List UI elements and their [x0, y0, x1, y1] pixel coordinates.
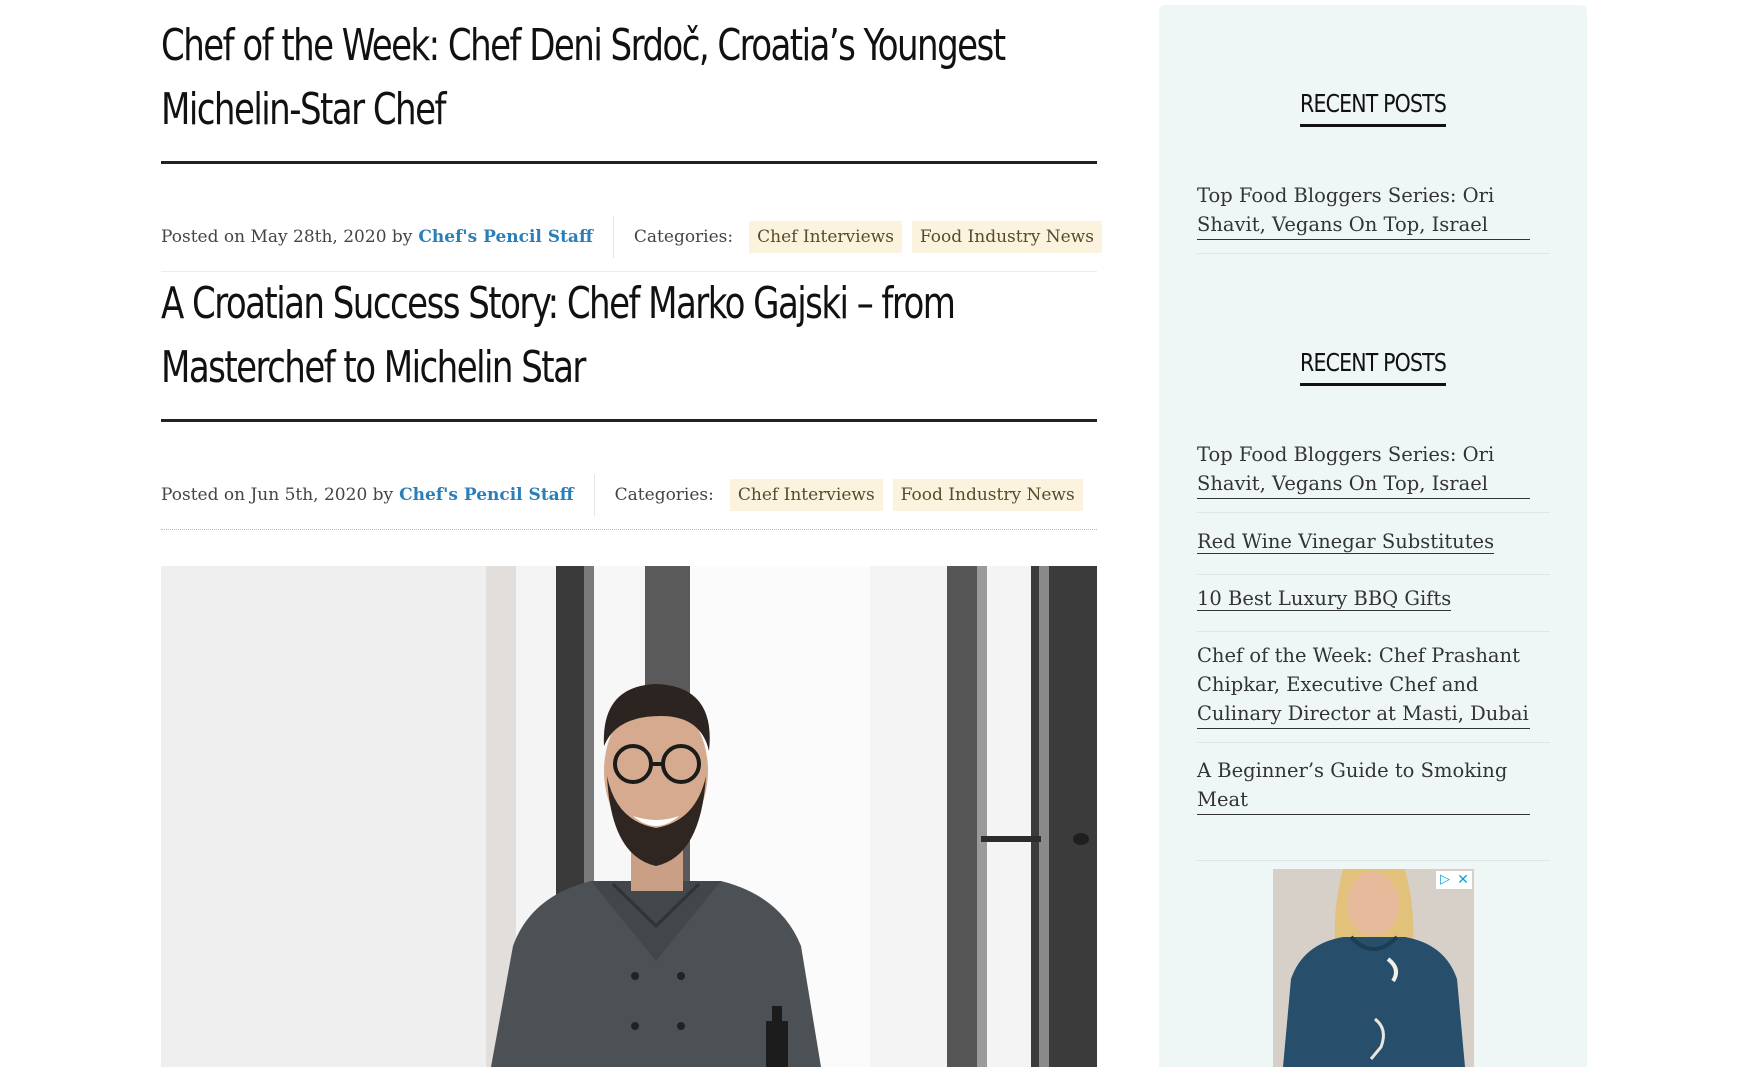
post-title[interactable]: Chef of the Week: Chef Deni Srdoč, Croat… [161, 14, 1098, 142]
post-title-line[interactable]: Masterchef to Michelin Star [161, 342, 586, 393]
post-title[interactable]: A Croatian Success Story: Chef Marko Gaj… [161, 272, 1098, 400]
recent-post-link[interactable]: A Beginner’s Guide to Smoking Meat [1197, 756, 1530, 815]
posted-on-text: Posted on Jun 5th, 2020 by [161, 485, 394, 505]
category-tag-food-industry-news[interactable]: Food Industry News [892, 479, 1083, 511]
post-meta: Posted on May 28th, 2020 by Chef's Penci… [161, 216, 1112, 258]
recent-post-item: Top Food Bloggers Series: Ori Shavit, Ve… [1197, 440, 1550, 513]
sidebar: RECENT POSTS Top Food Bloggers Series: O… [1159, 5, 1587, 1067]
recent-post-item: A Beginner’s Guide to Smoking Meat [1197, 756, 1550, 861]
ad-image [1273, 869, 1474, 1067]
title-underline [161, 419, 1097, 422]
author-link[interactable]: Chef's Pencil Staff [399, 485, 574, 505]
recent-post-link[interactable]: Top Food Bloggers Series: Ori Shavit, Ve… [1197, 181, 1530, 240]
widget-title-recent-posts: RECENT POSTS [1159, 348, 1587, 386]
post-title-line[interactable]: Chef of the Week: Chef Deni Srdoč, Croat… [161, 20, 1006, 71]
category-tag-chef-interviews[interactable]: Chef Interviews [729, 479, 883, 511]
post-title-line[interactable]: Michelin-Star Chef [161, 84, 446, 135]
recent-post-item: Top Food Bloggers Series: Ori Shavit, Ve… [1197, 181, 1550, 254]
recent-post-item: 10 Best Luxury BBQ Gifts [1197, 584, 1550, 632]
widget-title-text: RECENT POSTS [1299, 89, 1447, 127]
chef-photo-illustration [161, 566, 1097, 1067]
category-tag-food-industry-news[interactable]: Food Industry News [911, 221, 1102, 253]
categories-label: Categories: [633, 227, 734, 247]
recent-post-link[interactable]: Chef of the Week: Chef Prashant Chipkar,… [1197, 641, 1530, 729]
recent-post-link[interactable]: 10 Best Luxury BBQ Gifts [1197, 587, 1452, 611]
meta-divider [593, 474, 595, 516]
meta-divider [612, 216, 614, 258]
recent-post-item: Chef of the Week: Chef Prashant Chipkar,… [1197, 641, 1550, 743]
post-separator [161, 529, 1097, 530]
title-underline [161, 161, 1097, 164]
adchoices-icon[interactable]: ▷ [1436, 871, 1454, 889]
category-tag-chef-interviews[interactable]: Chef Interviews [749, 221, 902, 253]
close-icon[interactable]: ✕ [1454, 871, 1472, 889]
author-link[interactable]: Chef's Pencil Staff [418, 227, 593, 247]
post-meta: Posted on Jun 5th, 2020 by Chef's Pencil… [161, 474, 1093, 516]
recent-post-item: Red Wine Vinegar Substitutes [1197, 527, 1550, 575]
categories-label: Categories: [614, 485, 714, 505]
posted-on-text: Posted on May 28th, 2020 by [161, 227, 413, 247]
post-title-line[interactable]: A Croatian Success Story: Chef Marko Gaj… [161, 278, 956, 329]
recent-post-link[interactable]: Red Wine Vinegar Substitutes [1197, 530, 1495, 554]
featured-image-chef-portrait[interactable] [161, 566, 1097, 1067]
advertisement[interactable]: ▷ ✕ [1273, 869, 1474, 1067]
widget-title-text: RECENT POSTS [1299, 348, 1447, 386]
recent-post-link[interactable]: Top Food Bloggers Series: Ori Shavit, Ve… [1197, 440, 1530, 499]
widget-title-recent-posts: RECENT POSTS [1159, 89, 1587, 127]
